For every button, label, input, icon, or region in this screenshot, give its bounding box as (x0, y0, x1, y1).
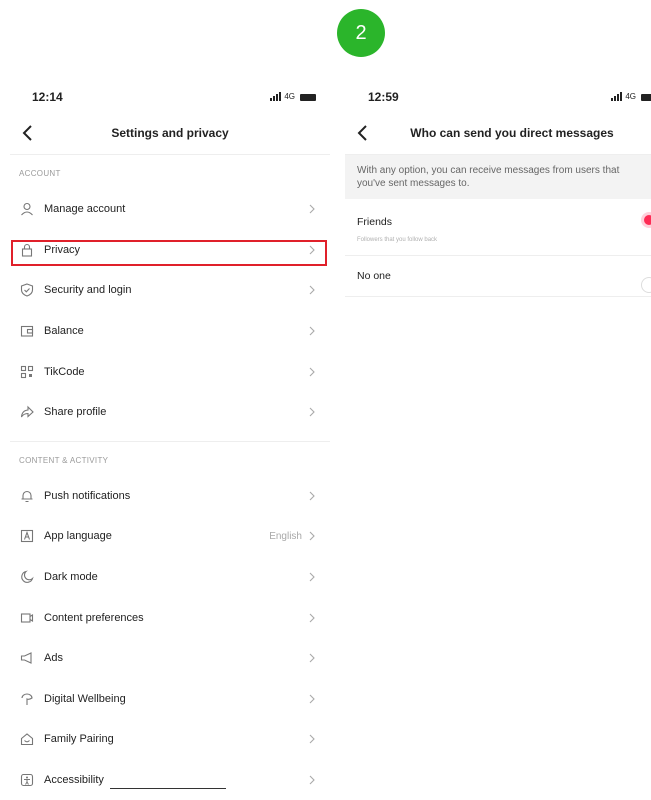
settings-item-label: Manage account (44, 203, 126, 216)
nav-bar: Who can send you direct messages (345, 114, 651, 155)
status-time: 12:59 (368, 90, 399, 104)
settings-item-tikcode[interactable]: TikCode (10, 351, 330, 392)
bell-icon (19, 488, 35, 504)
chevron-right-icon (309, 491, 315, 501)
settings-item-label: App language (44, 530, 112, 543)
settings-screen: 12:14 4G Settings and privacy ACCOUNT Ma… (10, 80, 330, 800)
back-arrow-icon[interactable] (355, 124, 371, 142)
status-bar: 12:14 4G (10, 80, 330, 114)
chevron-right-icon (309, 367, 315, 377)
network-label: 4G (284, 92, 295, 101)
settings-item-label: TikCode (44, 365, 85, 378)
network-label: 4G (625, 92, 636, 101)
underline-mark (110, 787, 226, 789)
chevron-right-icon (309, 653, 315, 663)
chevron-right-icon (309, 572, 315, 582)
option-friends[interactable]: Friends Followers that you follow back (345, 199, 651, 256)
chevron-right-icon (309, 532, 315, 541)
settings-item-family-pairing[interactable]: Family Pairing (10, 719, 330, 760)
chevron-right-icon (309, 286, 315, 295)
info-message: With any option, you can receive message… (345, 155, 651, 199)
settings-item-label: Push notifications (44, 489, 131, 502)
page-title: Who can send you direct messages (410, 126, 614, 140)
section-header-account: ACCOUNT (19, 169, 61, 178)
settings-item-security-and-login[interactable]: Security and login (10, 270, 330, 311)
option-label: No one (357, 270, 391, 282)
battery-icon (300, 94, 316, 101)
settings-item-push-notifications[interactable]: Push notifications (10, 476, 330, 517)
shield-icon (19, 282, 35, 298)
settings-item-accessibility[interactable]: Accessibility (10, 760, 330, 800)
option-no-one[interactable]: No one (345, 256, 651, 297)
settings-item-label: Share profile (44, 406, 107, 419)
settings-item-label: Family Pairing (44, 733, 114, 746)
settings-item-label: Dark mode (44, 571, 98, 584)
chevron-right-icon (309, 694, 315, 704)
settings-item-ads[interactable]: Ads (10, 638, 330, 679)
settings-item-label: Digital Wellbeing (44, 692, 126, 705)
section-header-content-activity: CONTENT & ACTIVITY (19, 455, 109, 465)
settings-item-dark-mode[interactable]: Dark mode (10, 557, 330, 598)
settings-item-label: Accessibility (44, 774, 104, 787)
settings-item-app-language[interactable]: App language English (10, 516, 330, 557)
direct-messages-screen: 12:59 4G Who can send you direct message… (345, 80, 651, 297)
wallet-icon (19, 323, 35, 339)
settings-item-digital-wellbeing[interactable]: Digital Wellbeing (10, 679, 330, 720)
radio-selected[interactable] (641, 212, 651, 228)
settings-item-label: Content preferences (44, 611, 144, 624)
battery-icon (641, 94, 651, 101)
signal-icon (611, 92, 623, 101)
share-icon (19, 404, 35, 420)
language-icon (19, 528, 35, 544)
moon-icon (19, 569, 35, 585)
page-title: Settings and privacy (111, 126, 229, 140)
settings-item-manage-account[interactable]: Manage account (10, 189, 330, 230)
option-label: Friends (357, 216, 393, 228)
person-icon (19, 201, 35, 217)
radio-unselected[interactable] (641, 277, 651, 293)
wellbeing-icon (19, 691, 35, 707)
qr-code-icon (19, 364, 35, 380)
chevron-right-icon (309, 775, 315, 785)
option-sublabel: Followers that you follow back (357, 237, 438, 243)
home-icon (19, 731, 35, 747)
settings-item-label: Ads (44, 652, 63, 665)
current-language-value: English (269, 530, 302, 542)
settings-item-content-preferences[interactable]: Content preferences (10, 597, 330, 638)
step-number-badge: 2 (337, 9, 385, 57)
settings-item-share-profile[interactable]: Share profile (10, 392, 330, 433)
nav-bar: Settings and privacy (10, 114, 330, 155)
settings-item-label: Security and login (44, 284, 132, 297)
status-time: 12:14 (32, 90, 63, 104)
status-bar: 12:59 4G (345, 80, 651, 114)
settings-item-privacy[interactable]: Privacy (10, 230, 330, 271)
video-icon (19, 610, 35, 626)
chevron-right-icon (309, 613, 315, 623)
chevron-right-icon (309, 326, 315, 336)
megaphone-icon (19, 650, 35, 666)
settings-item-balance[interactable]: Balance (10, 311, 330, 352)
chevron-right-icon (309, 407, 315, 417)
chevron-right-icon (309, 204, 315, 214)
settings-item-label: Balance (44, 325, 84, 338)
chevron-right-icon (309, 735, 315, 744)
highlight-box (11, 239, 327, 266)
accessibility-icon (19, 772, 35, 788)
signal-icon (270, 92, 282, 101)
